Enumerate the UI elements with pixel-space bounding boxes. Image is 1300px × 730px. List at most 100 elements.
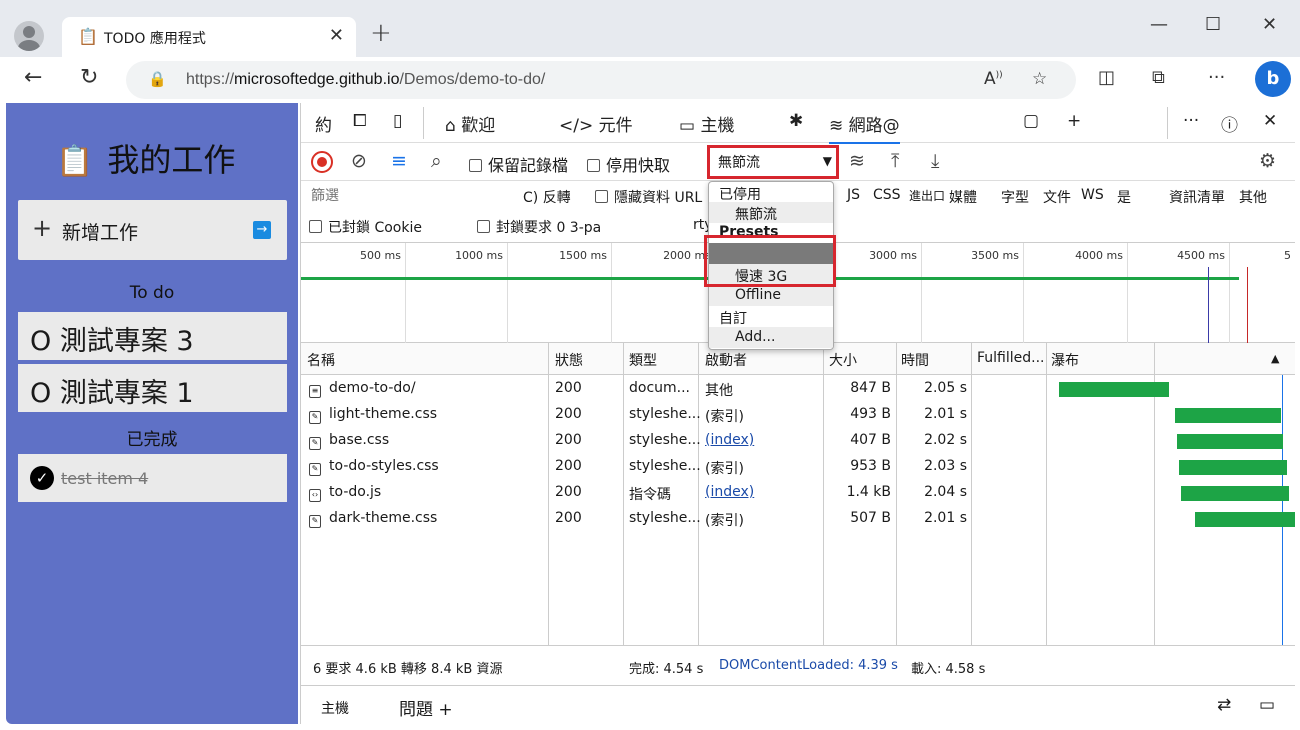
close-tab-icon[interactable]: ✕ — [329, 25, 344, 46]
table-row[interactable]: ✎ base.css 200 styleshe... (index) 407 B 2.02 … — [301, 428, 1295, 454]
submit-arrow-icon[interactable]: → — [253, 221, 271, 239]
menu-item-add[interactable]: Add... — [709, 327, 833, 348]
new-tab-button[interactable]: + — [370, 18, 392, 48]
device-emulation-icon[interactable]: ⧠ — [353, 111, 367, 131]
request-name[interactable]: to-do.js — [329, 484, 381, 500]
search-icon[interactable]: ⌕ — [431, 150, 442, 172]
tab-console[interactable]: ▭ 主機 — [679, 111, 734, 136]
filter-media[interactable]: 媒體 — [949, 187, 977, 207]
filter-ws[interactable]: WS — [1081, 187, 1104, 203]
filter-wasm[interactable]: 是 — [1117, 187, 1131, 207]
todo-item[interactable]: O 測試專案 3 — [18, 312, 287, 360]
menu-item-fast-3g[interactable] — [709, 243, 833, 264]
invert-toggle[interactable]: C) 反轉 — [523, 187, 571, 207]
lock-icon[interactable]: 🔒 — [148, 70, 167, 88]
back-icon[interactable]: ← — [24, 65, 42, 90]
minimize-icon[interactable]: — — [1150, 14, 1168, 35]
checkmark-icon[interactable]: ✓ — [30, 466, 54, 490]
new-task-input[interactable]: + 新增工作 → — [18, 200, 287, 260]
close-devtools-icon[interactable]: ✕ — [1263, 111, 1277, 131]
menu-item-slow-3g[interactable]: 慢速 3G — [709, 264, 833, 285]
request-initiator[interactable]: (index) — [705, 432, 754, 448]
menu-item-no-throttle[interactable]: 無節流 — [709, 202, 833, 223]
col-status[interactable]: 狀態 — [555, 350, 583, 370]
drawer-tab-issues[interactable]: 問題 + — [399, 695, 453, 720]
collections-icon[interactable]: ⧉ — [1152, 67, 1165, 88]
dock-drawer-icon[interactable]: ⇄ — [1217, 695, 1231, 715]
menu-group-disabled: 已停用 — [719, 187, 761, 203]
request-size: 407 B — [850, 432, 891, 448]
request-name[interactable]: base.css — [329, 432, 389, 448]
read-aloud-icon[interactable]: A)) — [984, 69, 1003, 89]
request-status: 200 — [555, 458, 582, 474]
panel-icon[interactable]: ▢ — [1023, 111, 1039, 131]
tab-network[interactable]: ≋ 網路@ — [829, 111, 900, 144]
split-screen-icon[interactable]: ◫ — [1098, 67, 1115, 88]
menu-item-offline[interactable]: Offline — [709, 285, 833, 306]
tab-elements[interactable]: </> 元件 — [559, 111, 633, 136]
disable-cache-checkbox[interactable]: 停用快取 — [587, 152, 670, 176]
filter-other[interactable]: 其他 — [1239, 187, 1267, 207]
refresh-icon[interactable]: ↻ — [80, 65, 98, 90]
tab-welcome[interactable]: ⌂ 歡迎 — [445, 111, 495, 136]
table-row[interactable]: ✎ to-do-styles.css 200 styleshe... (索引) 953 B… — [301, 454, 1295, 480]
timeline-grid — [507, 243, 508, 343]
add-tab-icon[interactable]: + — [1067, 111, 1081, 131]
col-type[interactable]: 類型 — [629, 350, 657, 370]
help-icon[interactable]: ⓘ — [1221, 111, 1238, 136]
request-name[interactable]: to-do-styles.css — [329, 458, 439, 474]
request-name[interactable]: demo-to-do/ — [329, 380, 416, 396]
profile-avatar[interactable] — [14, 21, 44, 51]
drawer-tab-console[interactable]: 主機 — [321, 698, 349, 718]
filter-font[interactable]: 字型 — [1001, 187, 1029, 207]
timeline-tick: 3000 ms — [869, 249, 917, 262]
blocked-requests-checkbox[interactable]: 封鎖要求 0 3-pa — [477, 217, 601, 237]
col-waterfall[interactable]: 瀑布 — [1051, 350, 1079, 370]
more-menu-icon[interactable]: ··· — [1208, 67, 1225, 88]
filter-manifest[interactable]: 資訊清單 — [1169, 187, 1225, 207]
preserve-log-checkbox[interactable]: 保留記錄檔 — [469, 152, 568, 176]
sort-ascending-icon[interactable]: ▲ — [1271, 352, 1279, 365]
expand-drawer-icon[interactable]: ▭ — [1259, 695, 1275, 715]
filter-input[interactable] — [305, 185, 507, 207]
table-row[interactable]: ✎ dark-theme.css 200 styleshe... (索引) 507 B 2.… — [301, 506, 1295, 532]
maximize-icon[interactable]: ☐ — [1205, 14, 1221, 35]
dock-icon[interactable]: ▯ — [393, 111, 402, 131]
blocked-cookies-checkbox[interactable]: 已封鎖 Cookie — [309, 217, 422, 237]
browser-tab[interactable]: 📋 TODO 應用程式 ✕ — [62, 17, 356, 57]
record-icon[interactable] — [311, 151, 333, 173]
request-name[interactable]: dark-theme.css — [329, 510, 437, 526]
clear-icon[interactable]: ⊘ — [351, 150, 367, 172]
done-item[interactable]: ✓ test item 4 — [18, 454, 287, 502]
request-initiator: (索引) — [705, 513, 744, 529]
import-icon[interactable]: ⤒ — [891, 150, 899, 172]
hide-data-urls-checkbox[interactable]: 隱藏資料 URL — [595, 187, 702, 207]
col-initiator[interactable]: 啟動者 — [705, 350, 747, 370]
address-bar[interactable]: 🔒 https://microsoftedge.github.io/Demos/… — [126, 61, 1076, 99]
filter-doc[interactable]: 文件 — [1043, 187, 1071, 207]
col-time[interactable]: 時間 — [901, 350, 929, 370]
filter-icon[interactable]: ≡ — [391, 150, 407, 172]
col-size[interactable]: 大小 — [829, 350, 857, 370]
table-row[interactable]: ≡ demo-to-do/200 docum... 其他 847 B 2.05 s — [301, 376, 1295, 402]
request-name[interactable]: light-theme.css — [329, 406, 437, 422]
tab-more-tools[interactable]: 約 — [315, 111, 332, 136]
more-options-icon[interactable]: ··· — [1183, 111, 1199, 131]
request-initiator[interactable]: (index) — [705, 484, 754, 500]
copilot-icon[interactable]: b — [1255, 61, 1291, 97]
col-name[interactable]: 名稱 — [307, 350, 335, 370]
close-window-icon[interactable]: ✕ — [1262, 14, 1277, 35]
settings-gear-icon[interactable]: ⚙ — [1259, 150, 1276, 172]
network-conditions-icon[interactable]: ≋ — [849, 150, 865, 172]
todo-item[interactable]: O 測試專案 1 — [18, 364, 287, 412]
bug-icon[interactable]: ✱ — [789, 111, 803, 131]
export-icon[interactable]: ⤓ — [931, 150, 939, 172]
filter-js[interactable]: JS — [847, 187, 860, 203]
table-row[interactable]: ✎ light-theme.css 200 styleshe... (索引) 493 B 2… — [301, 402, 1295, 428]
throttle-select[interactable]: 無節流 ▼ — [707, 145, 839, 179]
col-fulfilled[interactable]: Fulfilled... — [977, 350, 1045, 366]
filter-fetch[interactable]: 進出口 — [909, 187, 945, 204]
filter-css[interactable]: CSS — [873, 187, 901, 203]
table-row[interactable]: ‹› to-do.js 200 指令碼 (index) 1.4 kB 2.04 s — [301, 480, 1295, 506]
favorite-star-icon[interactable]: ☆ — [1032, 69, 1047, 89]
